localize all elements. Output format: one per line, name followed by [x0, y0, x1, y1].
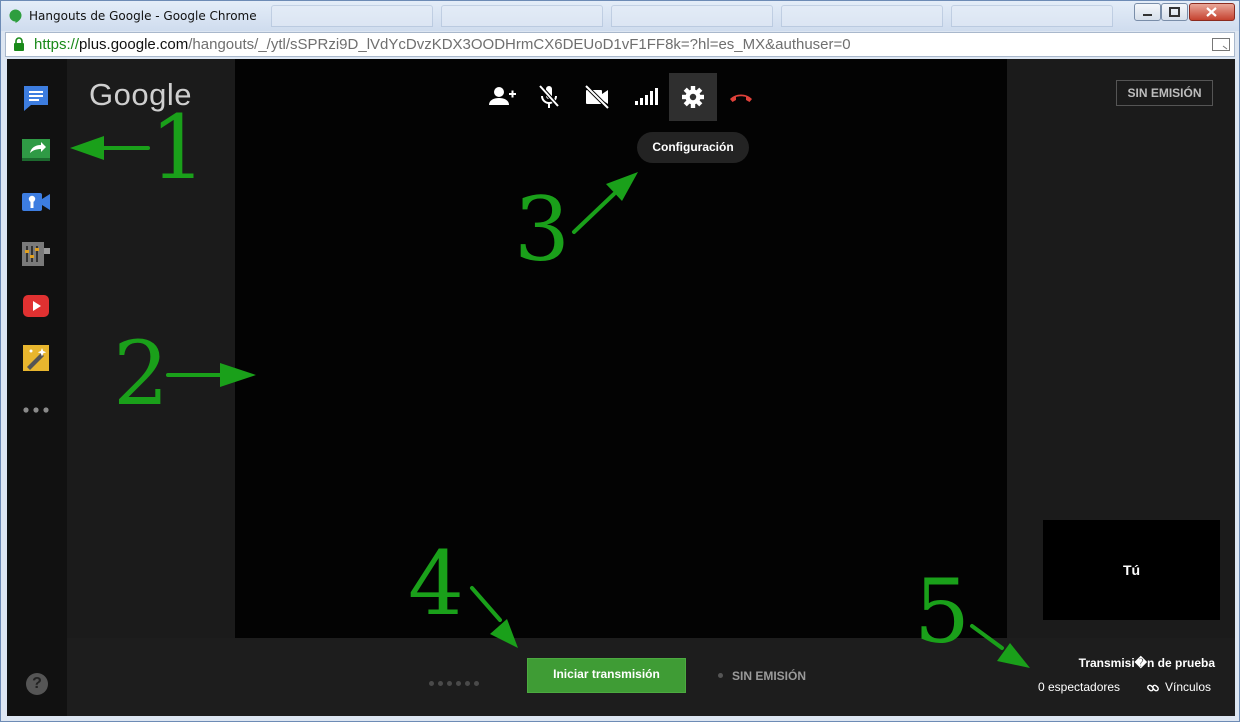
camera-settings-icon — [22, 193, 50, 211]
chat-icon — [24, 86, 48, 111]
dot — [465, 681, 470, 686]
bandwidth-icon — [635, 88, 658, 105]
background-tabs — [251, 1, 1121, 31]
start-broadcast-button[interactable]: Iniciar transmisión — [527, 658, 686, 693]
background-tab[interactable] — [611, 5, 773, 27]
rail-item-control-room[interactable] — [21, 239, 51, 269]
links-button[interactable]: Vínculos — [1146, 680, 1211, 694]
bottom-status-label: SIN EMISIÓN — [732, 669, 807, 683]
title-bar: Hangouts de Google - Google Chrome — [1, 1, 1239, 31]
close-icon — [1206, 7, 1217, 17]
hangouts-favicon-icon — [9, 9, 22, 23]
url-text[interactable]: https://plus.google.com/hangouts/_/ytl/s… — [34, 36, 851, 53]
mute-mic-icon — [538, 84, 560, 108]
help-button[interactable]: ? — [26, 673, 48, 695]
settings-icon — [682, 86, 704, 108]
bottom-status: SIN EMISIÓN — [718, 669, 806, 683]
rail-item-chat[interactable] — [21, 83, 51, 113]
annotation-number-1: 1 — [150, 96, 206, 199]
minimize-button[interactable] — [1134, 3, 1161, 21]
invite-people-button[interactable] — [478, 73, 526, 121]
dot — [447, 681, 452, 686]
annotation-number-4: 4 — [408, 532, 464, 635]
background-tab[interactable] — [781, 5, 943, 27]
effects-icon — [23, 345, 49, 371]
more-apps-icon — [23, 407, 49, 413]
url-host: plus.google.com — [79, 36, 189, 53]
broadcast-name: Transmisi�n de prueba — [1078, 656, 1215, 670]
control-room-icon — [22, 242, 50, 266]
rail-item-screenshare[interactable] — [21, 135, 51, 165]
annotation-number-2: 2 — [113, 322, 169, 425]
dot — [456, 681, 461, 686]
annotation-number-3: 3 — [514, 178, 570, 281]
rail-item-youtube[interactable] — [21, 291, 51, 321]
hang-up-button[interactable] — [717, 73, 765, 121]
url-scheme: https:// — [34, 36, 80, 53]
dot — [438, 681, 443, 686]
status-dot — [718, 673, 723, 679]
rail-item-effects[interactable] — [21, 343, 51, 373]
self-label: Tú — [1122, 562, 1141, 578]
minimize-icon — [1143, 14, 1152, 16]
settings-tooltip: Configuración — [637, 132, 749, 163]
dot — [429, 681, 434, 686]
maximize-button[interactable] — [1161, 3, 1188, 21]
background-tab[interactable] — [271, 5, 433, 27]
camera-off-button[interactable] — [573, 73, 621, 121]
page-action-icon[interactable] — [1212, 38, 1230, 51]
window-title: Hangouts de Google - Google Chrome — [29, 9, 257, 23]
mute-mic-button[interactable] — [525, 73, 573, 121]
annotation-number-5: 5 — [914, 560, 970, 663]
background-tab[interactable] — [441, 5, 603, 27]
progress-dots — [429, 673, 483, 691]
url-path: /hangouts/_/ytl/sSPRzi9D_lVdYcDvzKDX3OOD… — [188, 36, 851, 53]
youtube-icon — [23, 295, 49, 317]
close-window-button[interactable] — [1189, 3, 1235, 21]
broadcast-status-badge: SIN EMISIÓN — [1116, 80, 1213, 106]
screenshare-icon — [22, 139, 50, 161]
maximize-icon — [1169, 7, 1180, 17]
invite-people-icon — [489, 87, 516, 105]
settings-button[interactable] — [669, 73, 717, 121]
address-bar[interactable]: https://plus.google.com/hangouts/_/ytl/s… — [5, 32, 1235, 57]
apps-rail: ? — [7, 59, 67, 716]
viewer-count: 0 espectadores — [1038, 680, 1121, 694]
camera-off-icon — [584, 84, 610, 110]
hang-up-icon — [730, 94, 752, 102]
link-icon — [1147, 684, 1159, 692]
background-tab[interactable] — [951, 5, 1113, 27]
bandwidth-button[interactable] — [621, 73, 669, 121]
rail-item-more[interactable] — [21, 395, 51, 425]
dot — [474, 681, 479, 686]
lock-icon — [14, 37, 24, 51]
video-stage — [235, 59, 1007, 638]
self-video-thumbnail[interactable]: Tú — [1043, 520, 1220, 620]
rail-item-camera-settings[interactable] — [21, 187, 51, 217]
